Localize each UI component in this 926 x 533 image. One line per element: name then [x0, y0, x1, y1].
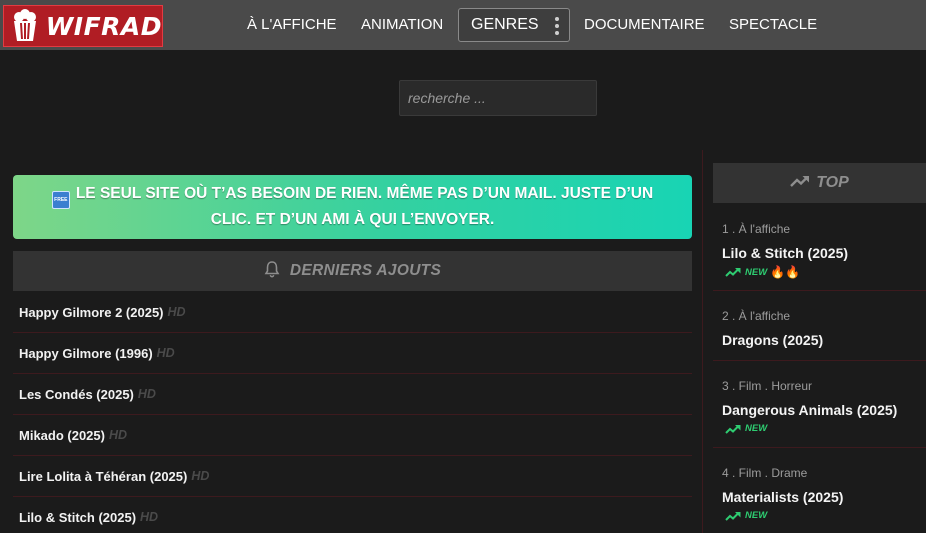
hd-badge: HD — [137, 387, 156, 401]
new-badge: NEW 🔥🔥 — [725, 265, 800, 279]
nav-genres-label: GENRES — [471, 16, 539, 33]
new-label: NEW — [745, 510, 768, 521]
nav-animation[interactable]: ANIMATION — [361, 16, 443, 33]
top-list: 1 . À l'affiche Lilo & Stitch (2025) NEW… — [713, 210, 926, 533]
promo-banner-text: LE SEUL SITE OÙ T’AS BESOIN DE RIEN. MÊM… — [75, 185, 654, 228]
nav-genres-dropdown[interactable]: GENRES — [458, 8, 570, 42]
column-divider — [702, 150, 703, 533]
top-list-item[interactable]: 2 . À l'affiche Dragons (2025) — [713, 291, 926, 361]
list-item[interactable]: Happy Gilmore 2 (2025) HD — [13, 292, 692, 333]
list-item[interactable]: Lilo & Stitch (2025) HD — [13, 497, 692, 533]
bell-icon — [264, 260, 280, 283]
new-label: NEW — [745, 266, 768, 278]
top-section-title: TOP — [816, 174, 849, 191]
search-input[interactable] — [399, 80, 597, 116]
more-vertical-icon — [555, 17, 559, 35]
new-badge: NEW — [725, 423, 767, 434]
movie-title: Lire Lolita à Téhéran (2025) — [19, 468, 188, 484]
hd-badge: HD — [156, 346, 175, 360]
list-item[interactable]: Happy Gilmore (1996) HD — [13, 333, 692, 374]
top-item-meta: 2 . À l'affiche — [722, 309, 791, 323]
top-item-name: Materialists (2025) — [722, 489, 844, 505]
top-list-item[interactable]: 3 . Film . Horreur Dangerous Animals (20… — [713, 361, 926, 448]
site-name: WIFRAD — [45, 11, 162, 41]
trending-up-icon — [725, 511, 741, 521]
fire-icon: 🔥🔥 — [770, 265, 801, 279]
list-item[interactable]: Lire Lolita à Téhéran (2025) HD — [13, 456, 692, 497]
popcorn-icon — [10, 8, 41, 44]
movie-title: Mikado (2025) — [19, 427, 105, 443]
nav-spectacle[interactable]: SPECTACLE — [729, 16, 817, 33]
latest-list: Happy Gilmore 2 (2025) HD Happy Gilmore (… — [13, 292, 692, 533]
latest-section-title: DERNIERS AJOUTS — [289, 262, 442, 279]
site-logo[interactable]: WIFRAD — [3, 5, 163, 47]
top-list-item[interactable]: 1 . À l'affiche Lilo & Stitch (2025) NEW… — [713, 210, 926, 291]
hd-badge: HD — [140, 510, 159, 524]
latest-section-header: DERNIERS AJOUTS — [13, 251, 692, 291]
promo-banner: FREE LE SEUL SITE OÙ T’AS BESOIN DE RIEN.… — [13, 175, 692, 239]
new-badge: NEW — [725, 510, 767, 521]
top-list-item[interactable]: 4 . Film . Drame Materialists (2025) NEW — [713, 448, 926, 533]
movie-title: Happy Gilmore 2 (2025) — [19, 304, 164, 320]
list-item[interactable]: Mikado (2025) HD — [13, 415, 692, 456]
nav-a-laffiche[interactable]: À L'AFFICHE — [247, 16, 337, 33]
top-item-meta: 1 . À l'affiche — [722, 222, 791, 236]
top-item-meta: 3 . Film . Horreur — [722, 379, 813, 393]
trending-up-icon — [790, 174, 810, 193]
top-item-name: Lilo & Stitch (2025) — [722, 245, 849, 261]
hd-badge: HD — [108, 428, 128, 442]
trending-up-icon — [725, 424, 741, 434]
list-item[interactable]: Les Condés (2025) HD — [13, 374, 692, 415]
new-label: NEW — [745, 423, 768, 434]
trending-up-icon — [725, 268, 741, 277]
top-section-header: TOP — [713, 163, 926, 203]
promo-banner-text-wrap: FREE LE SEUL SITE OÙ T’AS BESOIN DE RIEN.… — [35, 183, 670, 231]
movie-title: Lilo & Stitch (2025) — [19, 509, 137, 525]
movie-title: Happy Gilmore (1996) — [19, 345, 153, 361]
top-navbar: WIFRAD À L'AFFICHE ANIMATION GENRES DOCU… — [0, 0, 926, 50]
hd-badge: HD — [167, 305, 186, 319]
top-item-meta: 4 . Film . Drame — [722, 466, 808, 480]
free-badge-icon: FREE — [51, 191, 70, 209]
movie-title: Les Condés (2025) — [19, 386, 134, 402]
nav-documentaire[interactable]: DOCUMENTAIRE — [584, 16, 705, 33]
top-item-name: Dangerous Animals (2025) — [722, 402, 898, 418]
top-item-name: Dragons (2025) — [722, 332, 824, 348]
hd-badge: HD — [191, 469, 210, 483]
